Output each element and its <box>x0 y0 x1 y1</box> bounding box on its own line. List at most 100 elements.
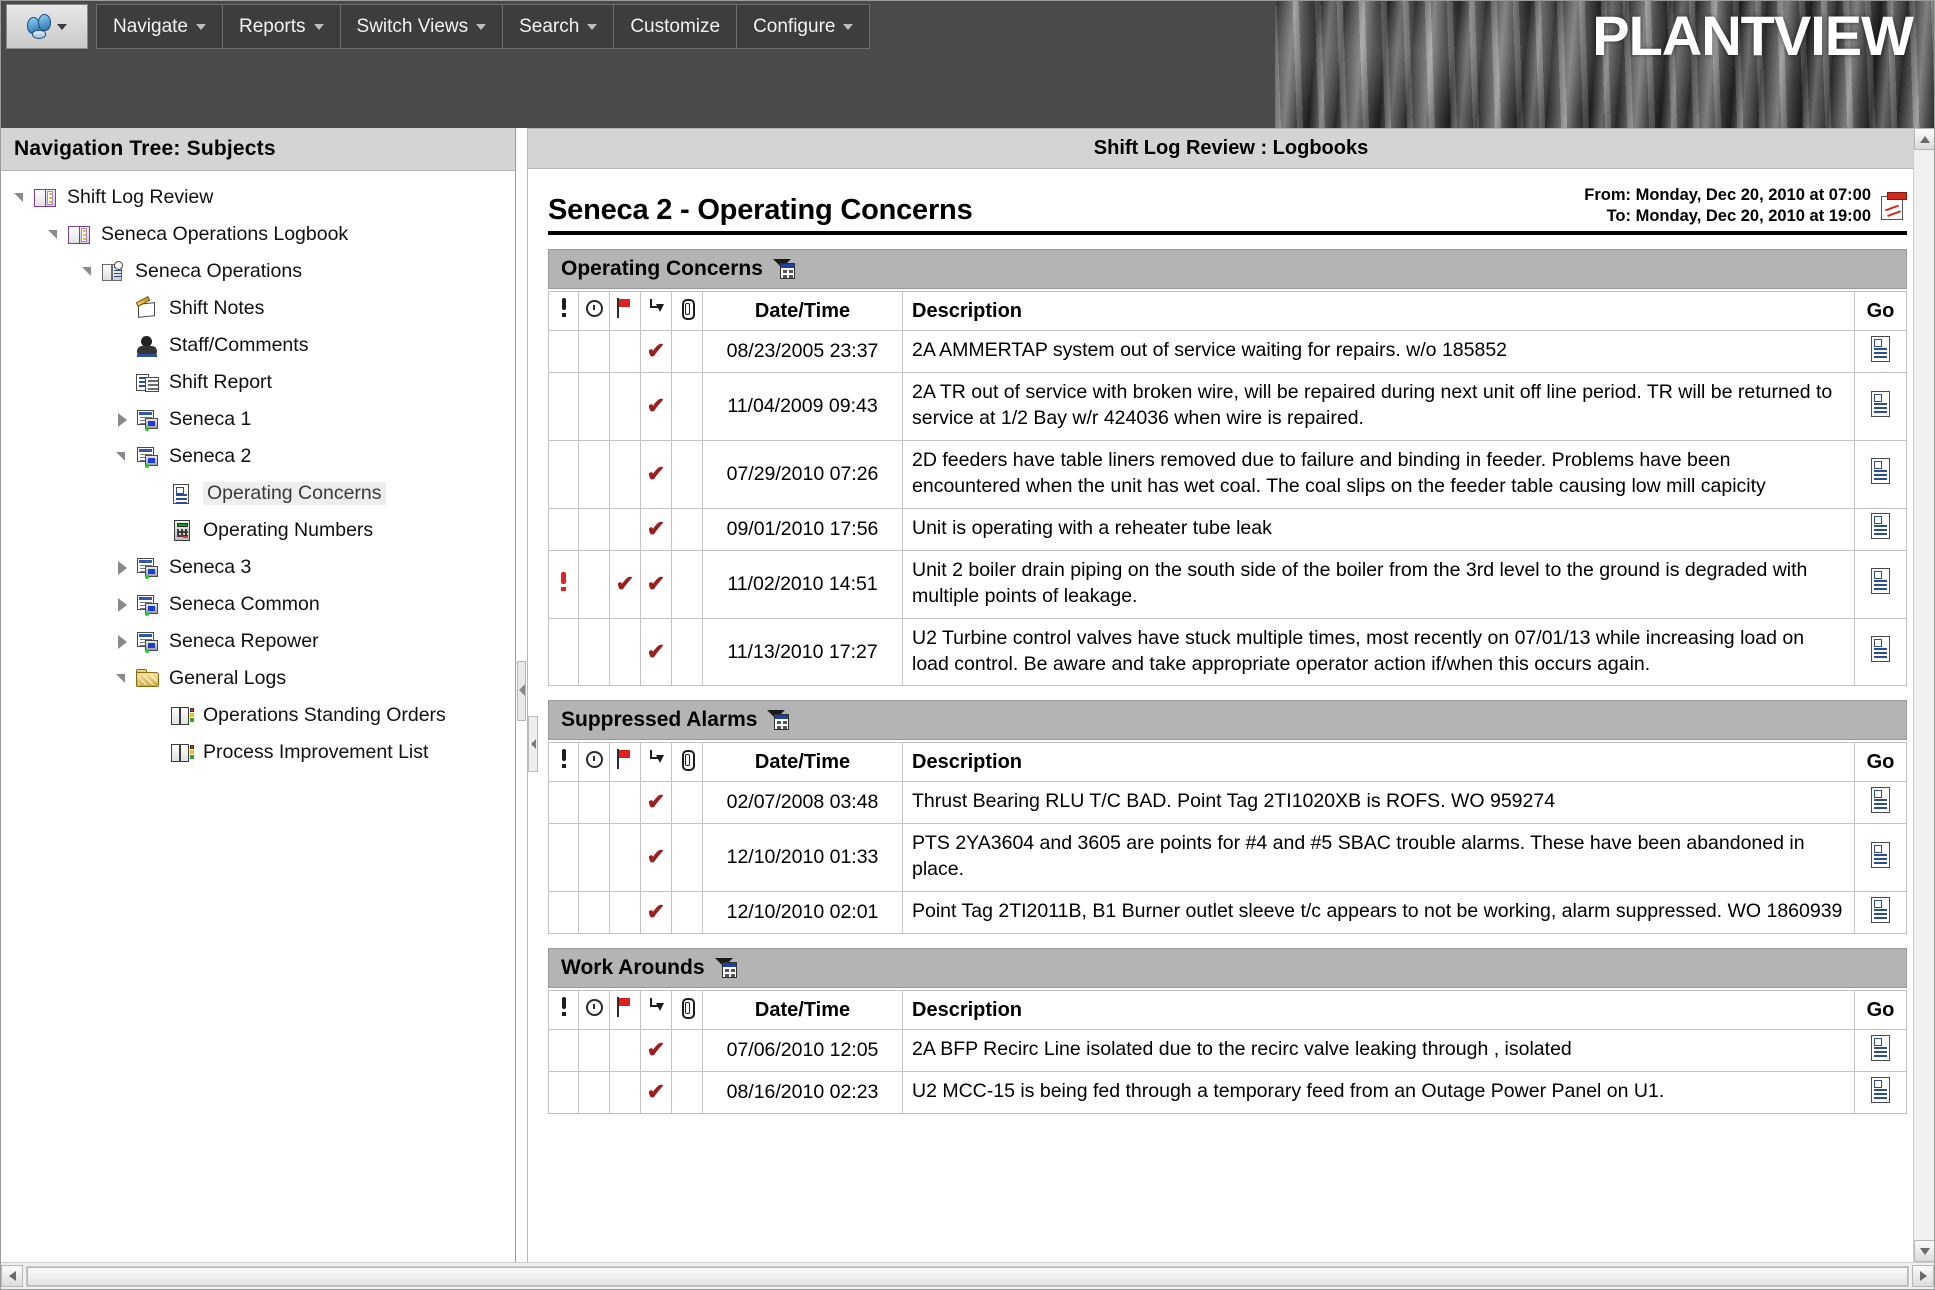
column-header-datetime[interactable]: Date/Time <box>703 742 903 783</box>
menu-item-switch-views[interactable]: Switch Views <box>341 5 504 48</box>
document-go-icon[interactable] <box>1869 1034 1893 1062</box>
menu-item-customize[interactable]: Customize <box>614 5 738 48</box>
column-header-clock-icon[interactable] <box>579 990 610 1031</box>
column-header-go[interactable]: Go <box>1855 990 1907 1031</box>
column-header-description[interactable]: Description <box>903 990 1855 1031</box>
column-header-red-flag-icon[interactable] <box>610 990 641 1031</box>
cell-go[interactable] <box>1855 782 1907 825</box>
column-header-clock-icon[interactable] <box>579 291 610 332</box>
cell-go[interactable] <box>1855 618 1907 687</box>
menu-item-navigate[interactable]: Navigate <box>97 5 223 48</box>
expand-arrow-open-icon[interactable] <box>116 672 130 686</box>
scroll-right-button[interactable] <box>1912 1265 1934 1287</box>
filter-grid-icon[interactable] <box>714 957 737 979</box>
tree-item-operating-numbers[interactable]: Operating Numbers <box>0 512 515 549</box>
tree-item-seneca-operations-logbook[interactable]: Seneca Operations Logbook <box>0 216 515 253</box>
column-header-go[interactable]: Go <box>1855 742 1907 783</box>
column-header-exclamation-icon[interactable] <box>548 742 579 783</box>
column-header-hook-arrow-icon[interactable] <box>641 291 672 332</box>
table-row[interactable]: ✔ 12/10/2010 02:01 Point Tag 2TI2011B, B1 … <box>548 892 1907 935</box>
table-row[interactable]: ✔ 07/29/2010 07:26 2D feeders have table l… <box>548 440 1907 509</box>
expand-arrow-closed-icon[interactable] <box>116 634 130 649</box>
table-row[interactable]: ✔ 08/23/2005 23:37 2A AMMERTAP system out … <box>548 331 1907 374</box>
document-go-icon[interactable] <box>1869 636 1893 663</box>
document-go-icon[interactable] <box>1869 390 1893 418</box>
table-row[interactable]: ✔ 09/01/2010 17:56 Unit is operating with … <box>548 508 1907 551</box>
column-header-hook-arrow-icon[interactable] <box>641 742 672 783</box>
cell-go[interactable] <box>1855 1030 1907 1073</box>
cell-go[interactable] <box>1855 824 1907 893</box>
horizontal-scroll-track[interactable] <box>26 1266 1909 1287</box>
column-header-datetime[interactable]: Date/Time <box>703 291 903 332</box>
column-header-red-flag-icon[interactable] <box>610 291 641 332</box>
tree-item-operating-concerns[interactable]: Operating Concerns <box>0 475 515 512</box>
horizontal-scroll-thumb[interactable] <box>27 1267 1908 1286</box>
column-header-hook-arrow-icon[interactable] <box>641 990 672 1031</box>
cell-go[interactable] <box>1855 373 1907 441</box>
app-logo-button[interactable] <box>6 4 88 49</box>
column-header-exclamation-icon[interactable] <box>548 291 579 332</box>
table-row[interactable]: ✔ 12/10/2010 01:33 PTS 2YA3604 and 3605 ar… <box>548 824 1907 893</box>
table-row[interactable]: ✔ ✔ 11/02/2010 14:51 Unit 2 boiler drain pi… <box>548 550 1907 619</box>
document-go-icon[interactable] <box>1869 841 1893 869</box>
tree-item-seneca-2[interactable]: Seneca 2 <box>0 438 515 475</box>
column-header-description[interactable]: Description <box>903 291 1855 332</box>
tree-item-shift-notes[interactable]: Shift Notes <box>0 290 515 327</box>
table-row[interactable]: ✔ 07/06/2010 12:05 2A BFP Recirc Line isol… <box>548 1030 1907 1073</box>
expand-arrow-open-icon[interactable] <box>14 191 28 205</box>
document-go-icon[interactable] <box>1869 568 1893 595</box>
document-go-icon[interactable] <box>1869 513 1893 540</box>
expand-arrow-closed-icon[interactable] <box>116 560 130 575</box>
filter-grid-icon[interactable] <box>772 258 795 280</box>
column-header-exclamation-icon[interactable] <box>548 990 579 1031</box>
menu-item-reports[interactable]: Reports <box>223 5 341 48</box>
section-fold-handle[interactable] <box>528 715 538 772</box>
table-row[interactable]: ✔ 02/07/2008 03:48 Thrust Bearing RLU T/C … <box>548 782 1907 825</box>
document-go-icon[interactable] <box>1869 896 1893 924</box>
tree-item-seneca-repower[interactable]: Seneca Repower <box>0 623 515 660</box>
menu-item-search[interactable]: Search <box>503 5 615 48</box>
panel-splitter[interactable] <box>516 128 528 1262</box>
expand-arrow-open-icon[interactable] <box>82 265 96 279</box>
column-header-description[interactable]: Description <box>903 742 1855 783</box>
table-row[interactable]: ✔ 11/04/2009 09:43 2A TR out of service wi… <box>548 373 1907 441</box>
expand-arrow-open-icon[interactable] <box>116 450 130 464</box>
splitter-collapse-handle[interactable] <box>517 660 526 721</box>
table-row[interactable]: ✔ 11/13/2010 17:27 U2 Turbine control valv… <box>548 618 1907 687</box>
tree-item-operations-standing-orders[interactable]: Operations Standing Orders <box>0 697 515 734</box>
menu-item-configure[interactable]: Configure <box>737 5 869 48</box>
tree-item-shift-log-review[interactable]: Shift Log Review <box>0 179 515 216</box>
expand-arrow-closed-icon[interactable] <box>116 412 130 427</box>
tree-item-process-improvement-list[interactable]: Process Improvement List <box>0 734 515 771</box>
tree-item-shift-report[interactable]: Shift Report <box>0 364 515 401</box>
tree-item-seneca-common[interactable]: Seneca Common <box>0 586 515 623</box>
tree-item-seneca-3[interactable]: Seneca 3 <box>0 549 515 586</box>
horizontal-scrollbar[interactable] <box>0 1262 1935 1290</box>
tree-item-general-logs[interactable]: General Logs <box>0 660 515 697</box>
expand-arrow-open-icon[interactable] <box>48 228 62 242</box>
cell-go[interactable] <box>1855 550 1907 619</box>
tree-item-seneca-1[interactable]: Seneca 1 <box>0 401 515 438</box>
scroll-left-button[interactable] <box>1 1265 23 1287</box>
table-row[interactable]: ✔ 08/16/2010 02:23 U2 MCC-15 is being fed … <box>548 1072 1907 1114</box>
column-header-paperclip-icon[interactable] <box>672 990 703 1031</box>
cell-go[interactable] <box>1855 1072 1907 1114</box>
pdf-export-icon[interactable] <box>1881 192 1907 221</box>
document-go-icon[interactable] <box>1869 458 1893 485</box>
column-header-paperclip-icon[interactable] <box>672 742 703 783</box>
tree-item-staff-comments[interactable]: Staff/Comments <box>0 327 515 364</box>
content-vertical-scrollbar[interactable] <box>1913 128 1935 1262</box>
document-go-icon[interactable] <box>1869 1076 1893 1104</box>
column-header-paperclip-icon[interactable] <box>672 291 703 332</box>
tree-item-seneca-operations[interactable]: Seneca Operations <box>0 253 515 290</box>
cell-go[interactable] <box>1855 892 1907 935</box>
cell-go[interactable] <box>1855 508 1907 551</box>
filter-grid-icon[interactable] <box>767 709 790 731</box>
cell-go[interactable] <box>1855 331 1907 374</box>
column-header-go[interactable]: Go <box>1855 291 1907 332</box>
scroll-down-button[interactable] <box>1914 1240 1935 1262</box>
expand-arrow-closed-icon[interactable] <box>116 597 130 612</box>
scroll-up-button[interactable] <box>1914 128 1935 150</box>
document-go-icon[interactable] <box>1869 335 1893 363</box>
document-go-icon[interactable] <box>1869 786 1893 814</box>
